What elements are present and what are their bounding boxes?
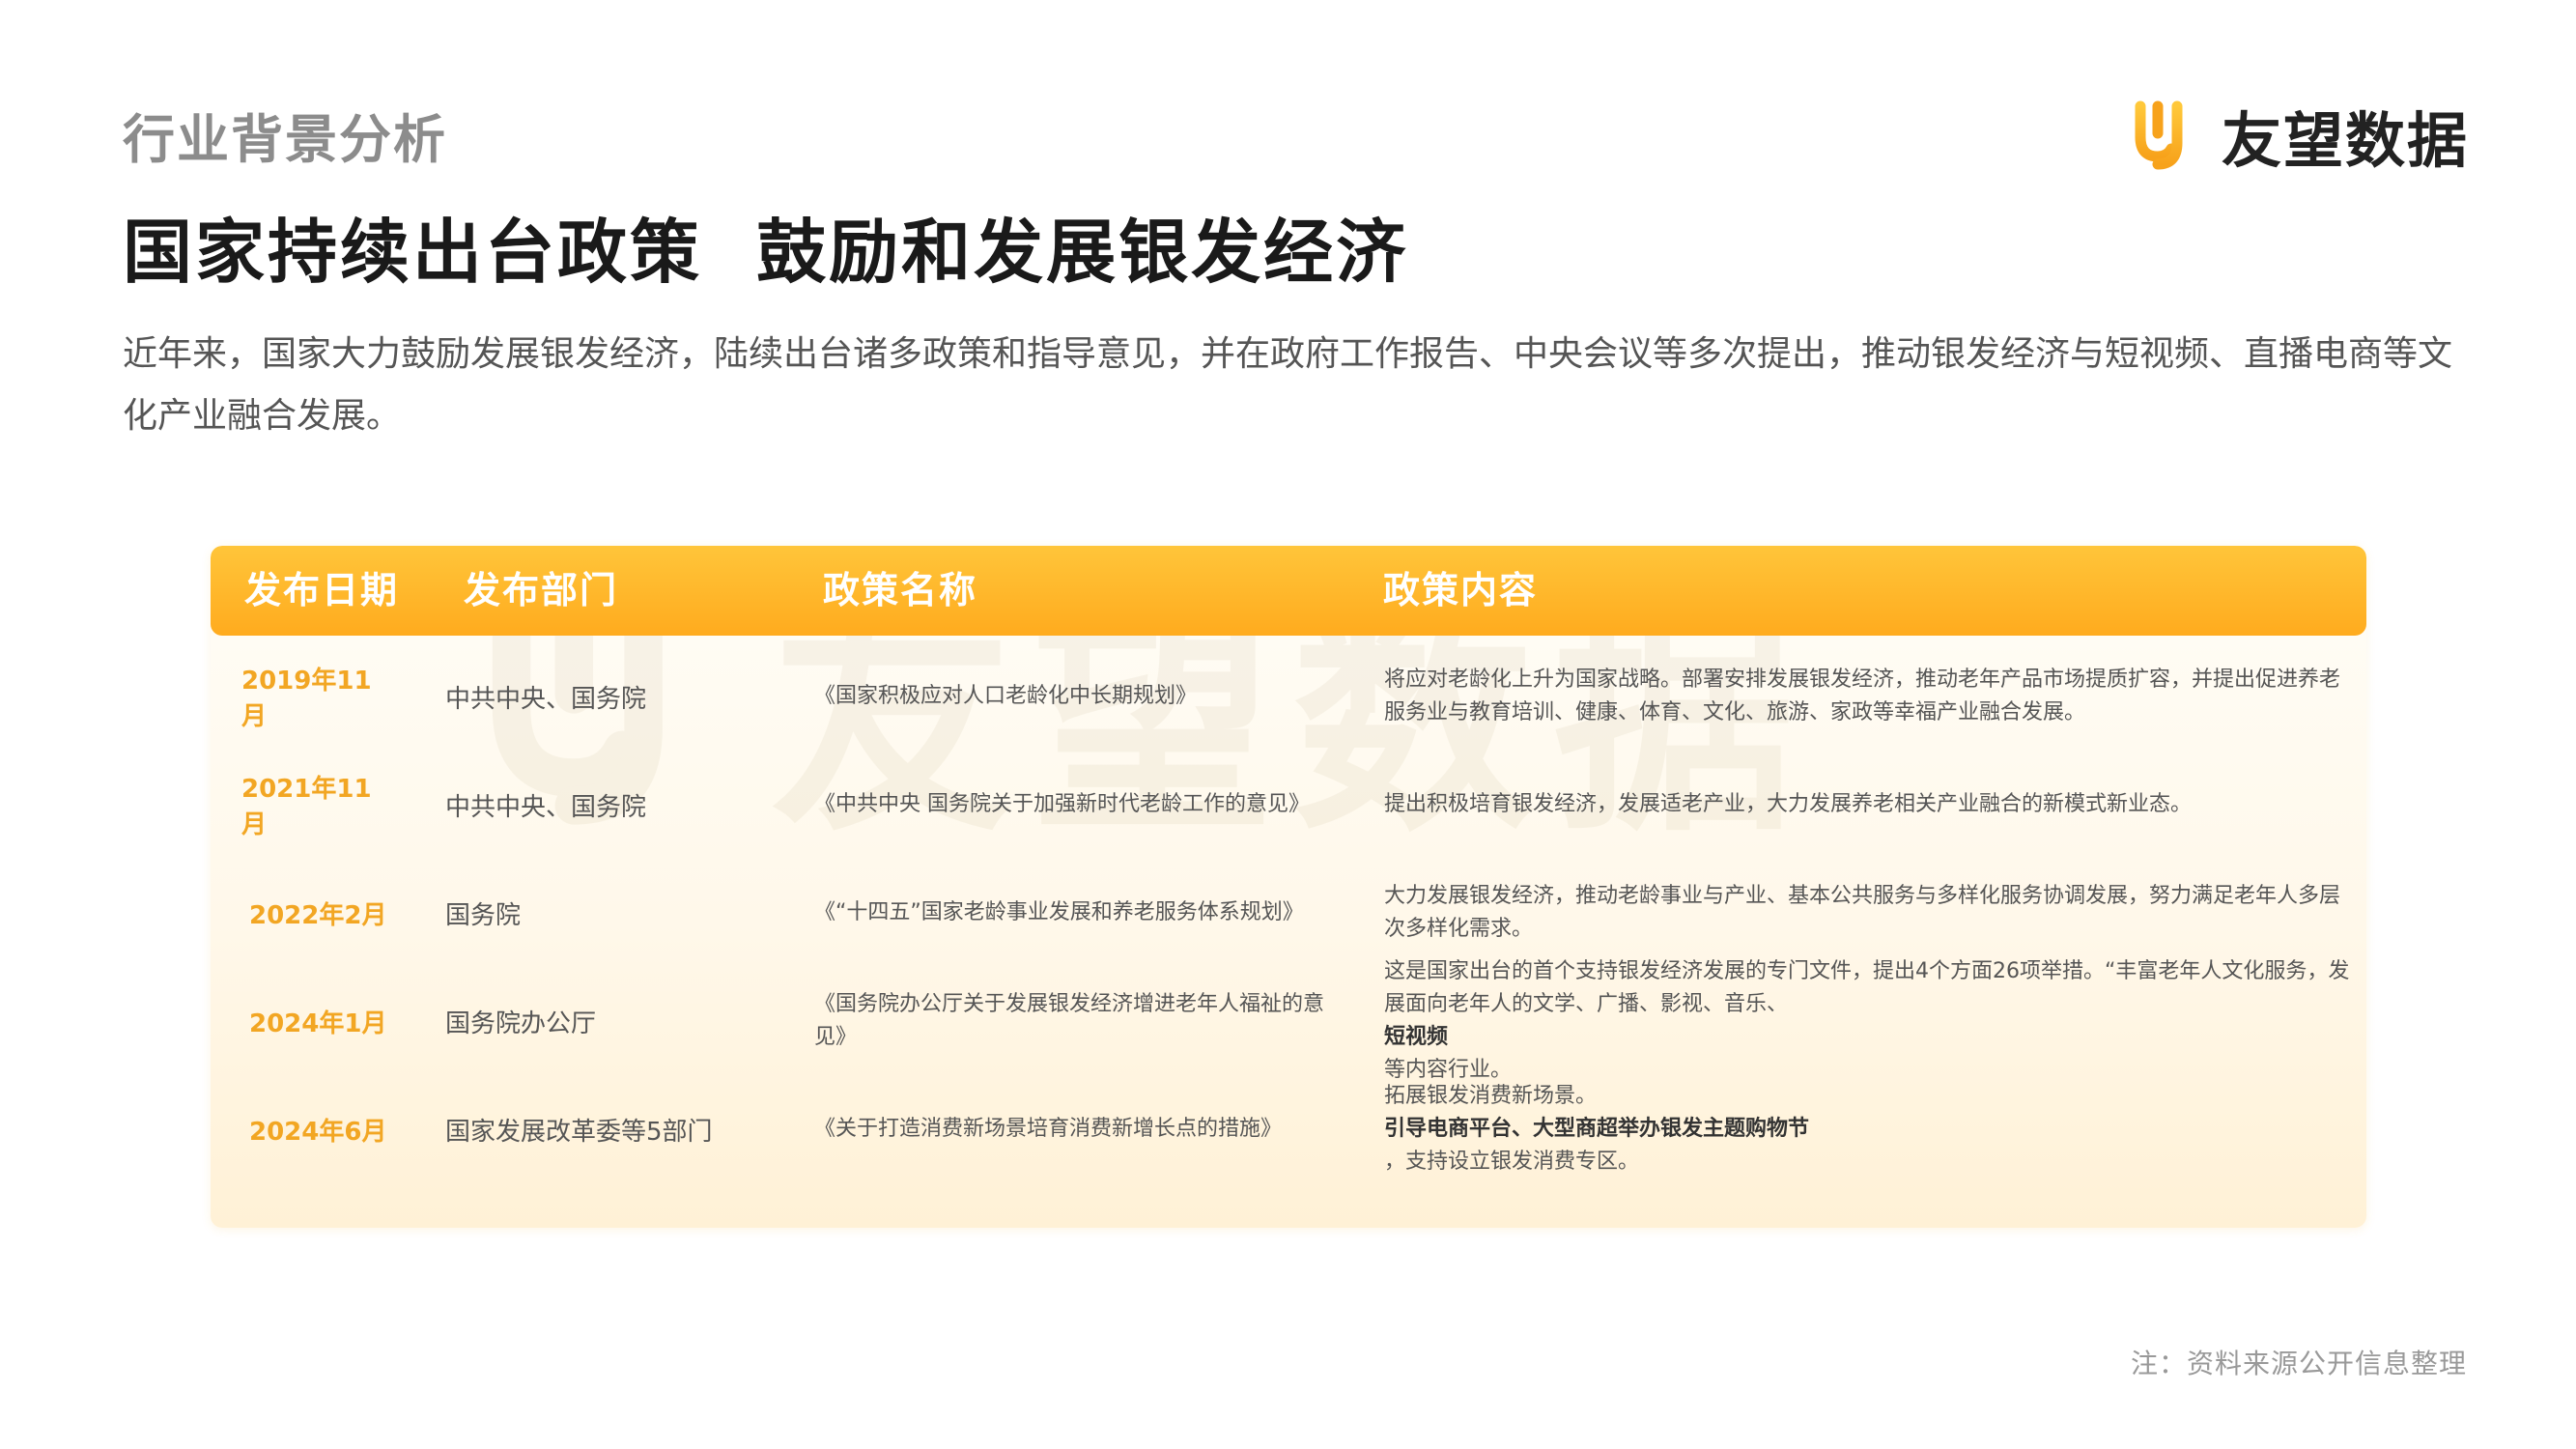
row-dept: 中共中央、国务院 bbox=[445, 792, 647, 822]
intro-paragraph: 近年来，国家大力鼓励发展银发经济，陆续出台诸多政策和指导意见，并在政府工作报告、… bbox=[123, 334, 2453, 436]
brand-logo: 友望数据 bbox=[2135, 97, 2469, 176]
row-date: 2019年11月 bbox=[241, 667, 372, 731]
policy-table: 友望数据 发布日期 发布部门 政策名称 政策内容 2019年11月 中共中央、国… bbox=[211, 546, 2366, 1228]
row-date: 2022年2月 bbox=[249, 900, 387, 930]
table-row: 2021年11月 中共中央、国务院 《中共中央 国务院关于加强新时代老龄工作的意… bbox=[211, 751, 2366, 859]
row-date: 2021年11月 bbox=[241, 775, 372, 839]
row-date: 2024年6月 bbox=[249, 1117, 387, 1147]
highlight-text: 引导电商平台、大型商超举办银发主题购物节 bbox=[1384, 1117, 1810, 1141]
header-content: 政策内容 bbox=[1383, 569, 1539, 611]
header-date: 发布日期 bbox=[244, 569, 400, 611]
row-dept: 国务院办公厅 bbox=[445, 1009, 597, 1038]
brand-name: 友望数据 bbox=[2222, 105, 2470, 176]
table-row: 2024年1月 国务院办公厅 《国务院办公厅关于发展银发经济增进老年人福祉的意见… bbox=[211, 959, 2366, 1082]
table-header: 发布日期 发布部门 政策名称 政策内容 bbox=[211, 546, 2366, 636]
row-content: 拓展银发消费新场景。 引导电商平台、大型商超举办银发主题购物节 ，支持设立银发消费专… bbox=[1384, 1084, 1810, 1174]
table-row: 2019年11月 中共中央、国务院 《国家积极应对人口老龄化中长期规划》 将应对… bbox=[211, 642, 2366, 751]
uw-logo-icon bbox=[2135, 100, 2183, 170]
row-dept: 中共中央、国务院 bbox=[445, 684, 647, 714]
row-dept: 国家发展改革委等5部门 bbox=[445, 1117, 713, 1147]
row-content: 提出积极培育银发经济，发展适老产业，大力发展养老相关产业融合的新模式新业态。 bbox=[1384, 792, 2193, 816]
row-policy-name: 《国务院办公厅关于发展银发经济增进老年人福祉的意见》 bbox=[814, 992, 1325, 1049]
row-date: 2024年1月 bbox=[249, 1009, 387, 1038]
section-label: 行业背景分析 bbox=[123, 109, 447, 170]
highlight-text: 短视频 bbox=[1384, 1025, 1449, 1049]
row-dept: 国务院 bbox=[445, 900, 522, 930]
row-content: 将应对老龄化上升为国家战略。部署安排发展银发经济，推动老年产品市场提质扩容，并提… bbox=[1384, 668, 2341, 724]
header-name: 政策名称 bbox=[823, 569, 978, 611]
row-content: 大力发展银发经济，推动老龄事业与产业、基本公共服务与多样化服务协调发展，努力满足… bbox=[1384, 884, 2341, 941]
page-title: 国家持续出台政策 鼓励和发展银发经济 bbox=[123, 212, 1409, 293]
table-row: 2024年6月 国家发展改革委等5部门 《关于打造消费新场景培育消费新增长点的措… bbox=[211, 1075, 2366, 1183]
row-content: 这是国家出台的首个支持银发经济发展的专门文件，提出4个方面26项举措。“丰富老年… bbox=[1384, 959, 2350, 1082]
table-row: 2022年2月 国务院 《“十四五”国家老龄事业发展和养老服务体系规划》 大力发… bbox=[211, 859, 2366, 967]
header-dept: 发布部门 bbox=[464, 569, 619, 611]
source-note: 注：资料来源公开信息整理 bbox=[2130, 1348, 2467, 1379]
